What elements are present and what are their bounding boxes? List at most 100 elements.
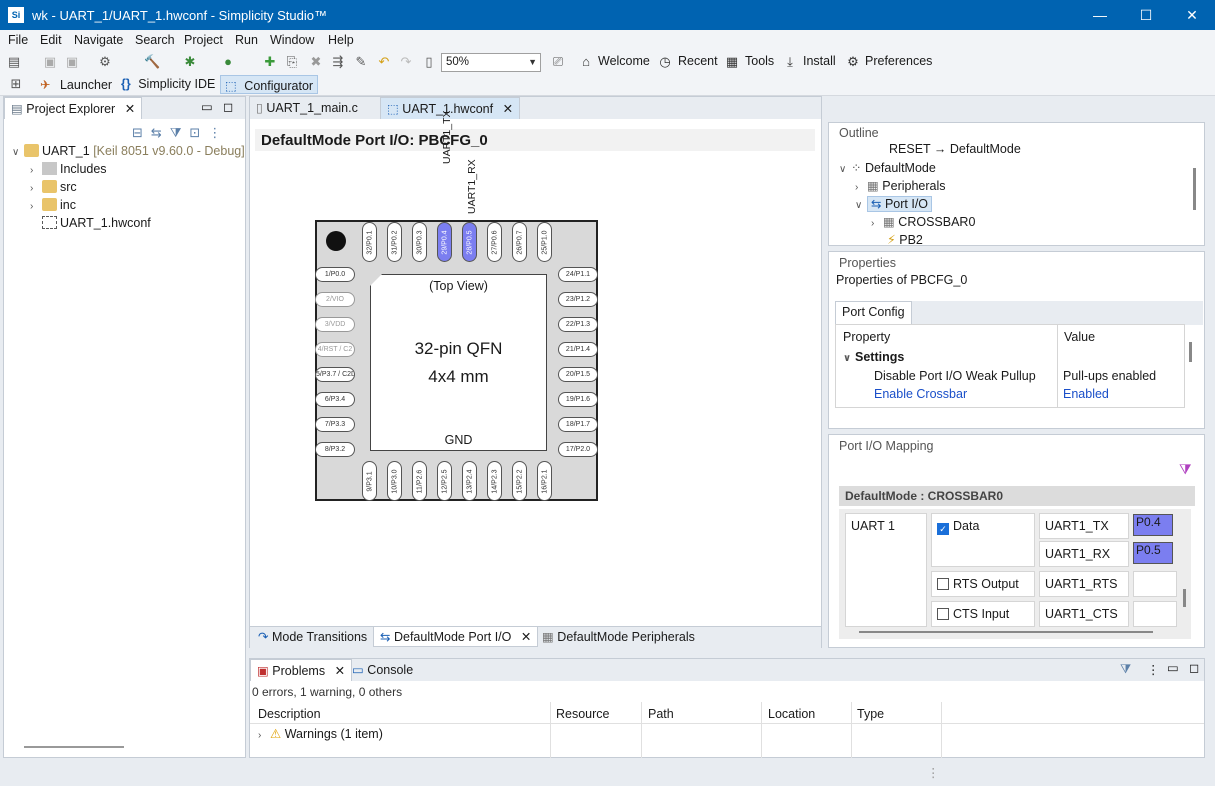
pin-6[interactable]: 6/P3.4 — [315, 392, 355, 407]
tree-item-uart1[interactable]: ∨ UART_1 [Keil 8051 v9.60.0 - Debug] [E — [12, 144, 260, 162]
chevron-down-icon[interactable]: ∨ — [839, 164, 851, 175]
delete-icon[interactable]: ✖ — [308, 54, 324, 70]
perspective-launcher[interactable]: ✈ Launcher — [36, 75, 116, 94]
minimize-view-icon[interactable]: ▭ — [201, 99, 213, 114]
build-icon[interactable]: 🔨 — [144, 54, 160, 70]
pin-19[interactable]: 19/P1.6 — [558, 392, 598, 407]
redo-icon[interactable]: ↷ — [398, 54, 414, 70]
close-icon[interactable]: ✕ — [503, 102, 513, 116]
filter-icon[interactable]: ⧩ — [1179, 461, 1192, 478]
option-rts[interactable]: RTS Output — [931, 571, 1035, 597]
pin-30[interactable]: 30/P0.3 — [412, 222, 427, 262]
col-path[interactable]: Path — [648, 707, 674, 721]
pin-10[interactable]: 10/P3.0 — [387, 461, 402, 501]
pin-18[interactable]: 18/P1.7 — [558, 417, 598, 432]
maximize-view-icon[interactable]: ◻ — [223, 99, 233, 114]
chevron-right-icon[interactable]: › — [30, 201, 42, 212]
col-description[interactable]: Description — [258, 707, 321, 721]
pin-11[interactable]: 11/P2.6 — [412, 461, 427, 501]
menu-project[interactable]: Project — [184, 33, 223, 47]
close-icon[interactable]: ✕ — [521, 630, 531, 644]
chevron-right-icon[interactable]: › — [871, 218, 883, 229]
zoom-select[interactable]: 50% ▼ — [441, 53, 541, 72]
pin-28-highlighted[interactable]: 28/P0.5 — [462, 222, 477, 262]
home-icon[interactable]: ⌂ — [578, 54, 594, 70]
pin-4[interactable]: 4/RST / C2 — [315, 342, 355, 357]
add-icon[interactable]: ✚ — [262, 54, 278, 70]
row-crossbar-value[interactable]: Enabled — [1063, 387, 1109, 401]
row-weak-pullup-value[interactable]: Pull-ups enabled — [1063, 369, 1156, 383]
chevron-right-icon[interactable]: › — [258, 730, 270, 741]
tree-item-inc[interactable]: › inc — [30, 198, 76, 216]
run-icon[interactable]: ● — [220, 54, 236, 70]
pin-2[interactable]: 2/VIO — [315, 292, 355, 307]
menu-run[interactable]: Run — [235, 33, 258, 47]
debug-icon[interactable]: ✱ — [182, 54, 198, 70]
outline-item-port-io[interactable]: ∨ ⇆ Port I/O — [855, 196, 933, 214]
copy-icon[interactable]: ⎘ — [284, 54, 300, 70]
outline-item-defaultmode[interactable]: ∨ ⁘ DefaultMode — [839, 160, 936, 178]
checkbox-unchecked[interactable] — [937, 608, 949, 620]
tab-port-io[interactable]: ⇆ DefaultMode Port I/O ✕ — [373, 627, 539, 647]
pin-3[interactable]: 3/VDD — [315, 317, 355, 332]
close-button[interactable]: ✕ — [1169, 0, 1215, 30]
outline-item-reset[interactable]: RESET → DefaultMode — [889, 142, 1021, 160]
undo-icon[interactable]: ↶ — [376, 54, 392, 70]
problems-row-warnings[interactable]: › ⚠ Warnings (1 item) — [258, 726, 383, 744]
maximize-view-icon[interactable]: ◻ — [1189, 660, 1199, 675]
checkbox-unchecked[interactable] — [937, 578, 949, 590]
pin-1[interactable]: 1/P0.0 — [315, 267, 355, 282]
menu-window[interactable]: Window — [270, 33, 314, 47]
pin-29-highlighted[interactable]: 29/P0.4 — [437, 222, 452, 262]
gear-icon[interactable]: ⚙ — [845, 54, 861, 70]
col-resource[interactable]: Resource — [556, 707, 610, 721]
pin-5[interactable]: 5/P3.7 / C2D — [315, 367, 355, 382]
group-settings[interactable]: ∨ Settings — [843, 350, 904, 364]
menu-file[interactable]: File — [8, 33, 28, 47]
pin-17[interactable]: 17/P2.0 — [558, 442, 598, 457]
pin-assignment-rts[interactable] — [1133, 571, 1177, 597]
mapping-vscrollbar[interactable] — [1183, 589, 1186, 607]
open-perspective-icon[interactable]: ⊞ — [8, 76, 24, 92]
horizontal-scrollbar[interactable] — [24, 746, 124, 748]
pin-21[interactable]: 21/P1.4 — [558, 342, 598, 357]
pin-12[interactable]: 12/P2.5 — [437, 461, 452, 501]
tab-mode-transitions[interactable]: ↷ Mode Transitions — [252, 627, 373, 647]
filter-icon[interactable]: ⇶ — [330, 54, 346, 70]
pin-7[interactable]: 7/P3.3 — [315, 417, 355, 432]
filter-icon[interactable]: ⧩ — [1120, 662, 1131, 677]
pin-25[interactable]: 25/P1.0 — [537, 222, 552, 262]
pin-assignment-rx[interactable]: P0.5 — [1133, 542, 1173, 564]
install-button[interactable]: Install — [803, 54, 836, 68]
pin-23[interactable]: 23/P1.2 — [558, 292, 598, 307]
tab-uart1-main-c[interactable]: ▯ UART_1_main.c — [250, 97, 364, 119]
debug-config-icon[interactable]: ⚙ — [97, 54, 113, 70]
page-icon[interactable]: ▯ — [421, 54, 437, 70]
tree-item-includes[interactable]: › Includes — [30, 162, 107, 180]
pin-16[interactable]: 16/P2.1 — [537, 461, 552, 501]
tree-item-src[interactable]: › src — [30, 180, 77, 198]
pin-assignment-cts[interactable] — [1133, 601, 1177, 627]
minimize-view-icon[interactable]: ▭ — [1167, 660, 1179, 675]
perspective-configurator[interactable]: ⬚ Configurator — [220, 75, 319, 94]
focus-icon[interactable]: ⊡ — [189, 125, 208, 140]
tab-console[interactable]: ▭ Console — [346, 659, 419, 681]
outline-scrollbar[interactable] — [1193, 168, 1196, 210]
pin-31[interactable]: 31/P0.2 — [387, 222, 402, 262]
edit-icon[interactable]: ✎ — [353, 54, 369, 70]
tab-project-explorer[interactable]: ▤ Project Explorer ✕ — [4, 97, 143, 119]
mapping-hscrollbar[interactable] — [859, 631, 1153, 633]
download-icon[interactable]: ⤓ — [782, 54, 798, 70]
tab-peripherals[interactable]: ▦ DefaultMode Peripherals — [536, 627, 701, 647]
outline-item-peripherals[interactable]: › ▦ Peripherals — [855, 178, 946, 196]
pin-24[interactable]: 24/P1.1 — [558, 267, 598, 282]
chevron-down-icon[interactable]: ∨ — [855, 200, 867, 211]
col-location[interactable]: Location — [768, 707, 815, 721]
minimize-button[interactable]: — — [1077, 0, 1123, 30]
preferences-button[interactable]: Preferences — [865, 54, 932, 68]
clock-icon[interactable]: ◷ — [657, 54, 673, 70]
pin-20[interactable]: 20/P1.5 — [558, 367, 598, 382]
welcome-button[interactable]: Welcome — [598, 54, 650, 68]
chevron-right-icon[interactable]: › — [855, 182, 867, 193]
mic-icon[interactable]: ⎚ — [550, 54, 566, 70]
